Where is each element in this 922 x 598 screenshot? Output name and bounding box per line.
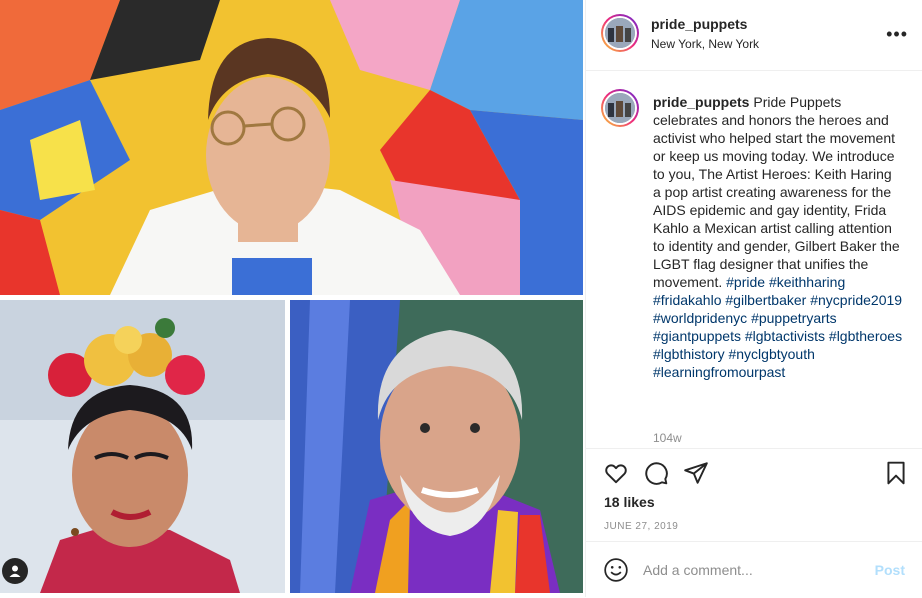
caption-text: Pride Puppets celebrates and honors the … xyxy=(653,94,900,290)
bookmark-icon[interactable] xyxy=(883,460,909,486)
hashtag[interactable]: #keithharing xyxy=(769,274,845,290)
post-date[interactable]: JUNE 27, 2019 xyxy=(604,521,678,532)
hashtag[interactable]: #lgbtactivists xyxy=(745,328,825,344)
photo-keith-haring xyxy=(0,0,583,295)
hashtag[interactable]: #learningfromourpast xyxy=(653,364,785,380)
tagged-user-icon[interactable] xyxy=(2,558,28,584)
comment-bubble-icon[interactable] xyxy=(643,460,669,486)
header-username[interactable]: pride_puppets xyxy=(651,16,747,32)
post-caption: pride_puppets Pride Puppets celebrates a… xyxy=(653,93,903,381)
share-paper-plane-icon[interactable] xyxy=(683,460,709,486)
emoji-smiley-icon[interactable] xyxy=(603,557,629,583)
hashtag[interactable]: #gilbertbaker xyxy=(725,292,806,308)
photo-gilbert-baker xyxy=(290,300,583,593)
caption-timestamp[interactable]: 104w xyxy=(653,431,682,445)
hashtag[interactable]: #nyclgbtyouth xyxy=(728,346,814,362)
header-location[interactable]: New York, New York xyxy=(651,37,759,51)
action-bar-divider xyxy=(586,448,922,450)
caption-username[interactable]: pride_puppets xyxy=(653,94,749,110)
hashtag[interactable]: #nycpride2019 xyxy=(810,292,902,308)
post-header: pride_puppets New York, New York ••• xyxy=(586,0,922,71)
comment-bar: Post xyxy=(586,541,922,598)
avatar[interactable] xyxy=(601,14,639,52)
comment-input[interactable] xyxy=(643,562,843,578)
hashtag[interactable]: #lgbthistory xyxy=(653,346,725,362)
hashtag[interactable]: #lgbtheroes xyxy=(829,328,902,344)
hashtag[interactable]: #worldpridenyc xyxy=(653,310,747,326)
photo-frida-kahlo xyxy=(0,300,285,593)
caption-avatar[interactable] xyxy=(601,89,639,127)
hashtag[interactable]: #fridakahlo xyxy=(653,292,722,308)
more-horizontal-icon[interactable]: ••• xyxy=(886,24,908,45)
post-details-panel: pride_puppets New York, New York ••• pri… xyxy=(586,0,922,597)
hashtag[interactable]: #giantpuppets xyxy=(653,328,741,344)
likes-count[interactable]: 18 likes xyxy=(604,494,655,510)
post-media[interactable] xyxy=(0,0,583,597)
post-comment-button[interactable]: Post xyxy=(875,562,905,578)
hashtag[interactable]: #pride xyxy=(726,274,765,290)
hashtag[interactable]: #puppetryarts xyxy=(751,310,837,326)
like-heart-icon[interactable] xyxy=(603,460,629,486)
